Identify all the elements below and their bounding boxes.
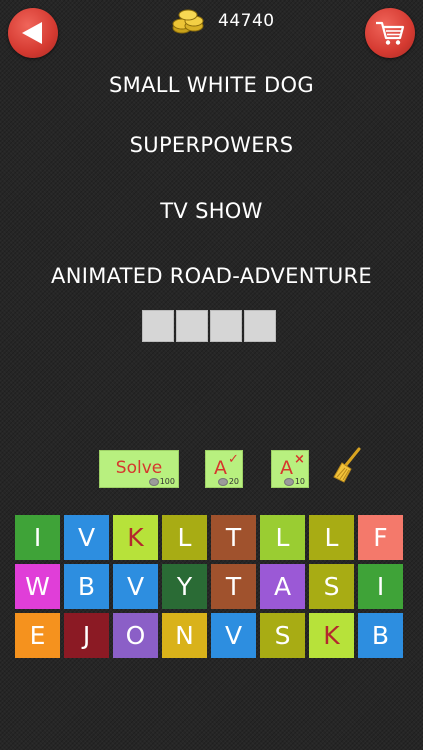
letter-tile[interactable]: K: [309, 613, 354, 658]
coin-count: 44740: [218, 11, 275, 31]
answer-slots: [142, 310, 276, 342]
clear-button[interactable]: [332, 447, 364, 489]
remove-letters-button[interactable]: A × 10: [271, 450, 309, 488]
coin-balance: 44740: [172, 6, 275, 36]
letter-tile[interactable]: K: [113, 515, 158, 560]
checkmark-icon: ✓: [228, 452, 239, 467]
solve-button[interactable]: Solve 100: [99, 450, 179, 488]
clue-3: TV SHOW: [160, 199, 263, 223]
letter-tile[interactable]: A: [260, 564, 305, 609]
answer-slot[interactable]: [244, 310, 276, 342]
letter-tile[interactable]: N: [162, 613, 207, 658]
coin-stack-icon: [172, 9, 204, 34]
answer-slot[interactable]: [176, 310, 208, 342]
coin-icon: [283, 477, 294, 486]
back-button[interactable]: [8, 8, 58, 58]
letter-tile[interactable]: S: [260, 613, 305, 658]
letter-tile[interactable]: F: [358, 515, 403, 560]
remove-letters-label: A: [280, 457, 293, 479]
remove-cost: 10: [283, 477, 305, 486]
letter-tile[interactable]: I: [358, 564, 403, 609]
solve-cost: 100: [148, 477, 175, 486]
letter-tile[interactable]: V: [211, 613, 256, 658]
letter-tile[interactable]: T: [211, 564, 256, 609]
letter-tile[interactable]: J: [64, 613, 109, 658]
answer-slot[interactable]: [142, 310, 174, 342]
letter-grid: IVKLTLLFWBVYTASIEJONVSKB: [15, 515, 403, 658]
letter-tile[interactable]: I: [15, 515, 60, 560]
solve-label: Solve: [115, 458, 163, 478]
cross-icon: ×: [294, 452, 305, 467]
reveal-letter-button[interactable]: A ✓ 20: [205, 450, 243, 488]
letter-tile[interactable]: S: [309, 564, 354, 609]
letter-tile[interactable]: V: [113, 564, 158, 609]
letter-tile[interactable]: B: [358, 613, 403, 658]
letter-tile[interactable]: E: [15, 613, 60, 658]
letter-tile[interactable]: Y: [162, 564, 207, 609]
shopping-cart-icon: [376, 21, 405, 45]
letter-tile[interactable]: B: [64, 564, 109, 609]
letter-tile[interactable]: L: [260, 515, 305, 560]
clue-1: SMALL WHITE DOG: [109, 73, 314, 97]
reveal-cost: 20: [217, 477, 239, 486]
letter-tile[interactable]: L: [162, 515, 207, 560]
letter-tile[interactable]: V: [64, 515, 109, 560]
letter-tile[interactable]: L: [309, 515, 354, 560]
clue-4: ANIMATED ROAD-ADVENTURE: [51, 264, 372, 288]
shop-button[interactable]: [365, 8, 415, 58]
back-arrow-icon: [22, 22, 42, 44]
letter-tile[interactable]: O: [113, 613, 158, 658]
clue-2: SUPERPOWERS: [129, 133, 294, 157]
coin-icon: [217, 477, 228, 486]
broom-icon: [333, 447, 361, 483]
reveal-letter-label: A: [214, 457, 227, 479]
coin-icon: [148, 477, 159, 486]
letter-tile[interactable]: T: [211, 515, 256, 560]
answer-slot[interactable]: [210, 310, 242, 342]
letter-tile[interactable]: W: [15, 564, 60, 609]
